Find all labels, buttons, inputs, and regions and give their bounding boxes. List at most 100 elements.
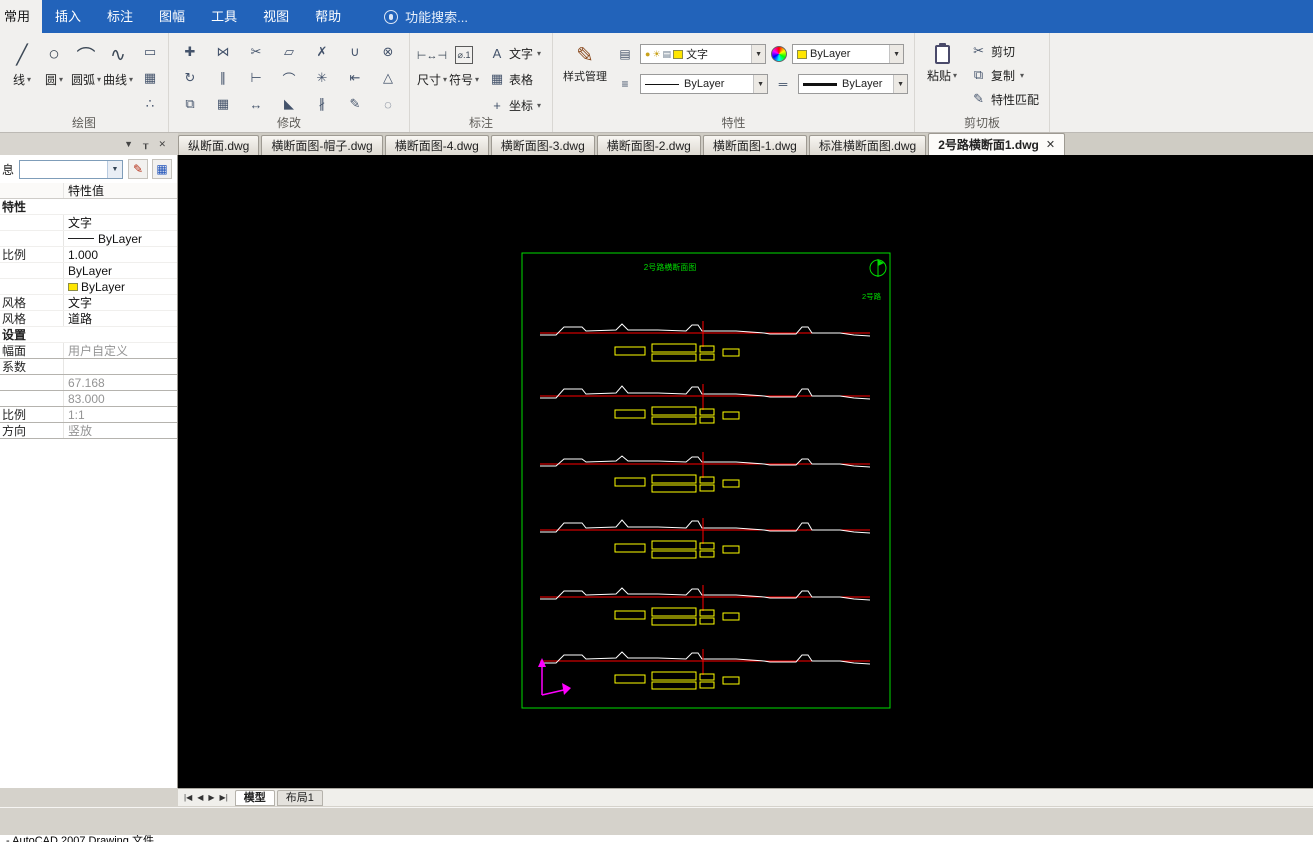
trim-tool[interactable]: ✂ [241,39,271,65]
property-label [0,279,64,294]
data-block-6 [722,348,740,357]
doc-tab-label: 2号路横断面1.dwg [938,138,1039,152]
property-value[interactable]: 文字 [64,215,177,230]
property-value[interactable]: 67.168 [64,375,177,390]
copy-button[interactable]: ⧉ 复制 ▾ [967,64,1043,86]
layout-tab-2[interactable]: 布局1 [276,789,323,806]
menu-tab-1[interactable]: 常用 [0,0,43,33]
line-tool[interactable]: ╱ 线 ▾ [6,37,38,88]
match-properties-button[interactable]: ✎ 特性匹配 [967,88,1043,110]
property-row-6: ByLayer [0,263,177,279]
menu-tab-7[interactable]: 帮助 [302,0,354,33]
property-value[interactable]: ByLayer [64,279,177,294]
property-value[interactable]: ByLayer [64,263,177,278]
property-value[interactable]: 用户自定义 [64,343,177,358]
menu-tab-4[interactable]: 图幅 [146,0,198,33]
chevron-down-icon[interactable]: ▼ [107,160,122,178]
layout-tab-1[interactable]: 模型 [234,789,275,806]
move-tool[interactable]: ✚ [175,39,205,65]
polygon-tool[interactable]: △ [373,65,403,91]
join-tool[interactable]: ∪ [340,39,370,65]
prev-tab-arrow[interactable]: ◀ [195,793,205,802]
property-value[interactable]: 文字 [64,295,177,310]
extend-tool[interactable]: ⊢ [241,65,271,91]
menu-tab-3[interactable]: 标注 [94,0,146,33]
chevron-down-icon[interactable]: ▼ [753,75,768,93]
circle-tool[interactable]: ○ 圆 ▾ [38,37,70,88]
fillet-tool[interactable]: ⌒ [274,65,304,91]
doc-tab-7[interactable]: 标准横断面图.dwg [808,135,927,155]
selection-filter-combo[interactable]: ▼ [19,159,123,179]
feature-search[interactable]: 功能搜索... [384,0,468,33]
property-value[interactable] [64,359,177,374]
style-manager-button[interactable]: ✎ 样式管理 [559,37,611,84]
arc-tool[interactable]: ⌒ 圆弧 ▾ [70,37,102,88]
property-value[interactable]: ByLayer [64,231,177,246]
region-tool[interactable]: ⊗ [373,39,403,65]
property-value[interactable]: 竖放 [64,423,177,438]
layer-combo[interactable]: ● ☀ ▤ 文字 ▼ [640,44,767,64]
menu-tab-5[interactable]: 工具 [198,0,250,33]
property-value[interactable]: 83.000 [64,391,177,406]
table-tool[interactable]: ▦ 表格 [484,67,546,91]
toggle-value-icon[interactable]: ▦ [152,159,172,179]
layer-state-icon[interactable]: ▤ [615,44,635,64]
close-tab-icon[interactable]: ✕ [1046,138,1055,151]
cad-drawing: 2号路横断面图 2号路 [521,252,891,709]
doc-tab-label: 横断面图-1.dwg [712,139,797,153]
chevron-down-icon[interactable]: ▼ [889,45,904,63]
rotate-tool[interactable]: ↻ [175,65,205,91]
erase-tool[interactable]: ✗ [307,39,337,65]
hatch-tool[interactable]: ▦ [138,65,162,91]
property-label [0,375,64,390]
next-tab-arrow[interactable]: ▶ [206,793,216,802]
quick-select-icon[interactable]: ✎ [128,159,148,179]
data-block-3 [651,416,697,425]
explode-tool[interactable]: ✳ [307,65,337,91]
chevron-down-icon: ▾ [537,48,542,58]
cut-button[interactable]: ✂ 剪切 [967,40,1043,62]
menu-tab-6[interactable]: 视图 [250,0,302,33]
palette-close-icon[interactable]: ✕ [158,139,166,150]
doc-tab-2[interactable]: 横断面图-帽子.dwg [261,135,383,155]
lineweight-combo[interactable]: ByLayer ▼ [798,74,909,94]
chevron-down-icon: ▾ [475,75,480,84]
chevron-down-icon[interactable]: ▼ [751,45,766,63]
lengthen-tool[interactable]: ⇤ [340,65,370,91]
lineweight-icon[interactable]: ═ [773,74,793,94]
text-tool[interactable]: A 文字 ▾ [484,41,546,65]
doc-tab-6[interactable]: 横断面图-1.dwg [702,135,807,155]
rectangle-tool[interactable]: ▭ [138,39,162,65]
paste-button[interactable]: 粘贴 ▾ [921,37,963,84]
property-value[interactable]: 道路 [64,311,177,326]
color-wheel-icon[interactable] [771,46,788,62]
color-combo[interactable]: ByLayer ▼ [792,44,905,64]
symbol-tool[interactable]: ⌀.1 符号 ▾ [448,37,480,88]
doc-tab-3[interactable]: 横断面图-4.dwg [384,135,489,155]
property-value[interactable]: 1.000 [64,247,177,262]
linetype-list-icon[interactable]: ≡ [615,74,635,94]
menu-tab-2[interactable]: 插入 [42,0,94,33]
property-value[interactable]: 1:1 [64,407,177,422]
model-canvas[interactable]: 2号路横断面图 2号路 [178,155,1313,788]
curve-tool[interactable]: ∿ 曲线 ▾ [102,37,134,88]
palette-pin-icon[interactable]: ┰ [143,139,148,150]
doc-tab-4[interactable]: 横断面图-3.dwg [490,135,595,155]
chevron-down-icon[interactable]: ▼ [893,75,908,93]
data-block-1 [614,346,646,356]
mirror-tool[interactable]: ⋈ [208,39,238,65]
doc-tab-5[interactable]: 横断面图-2.dwg [596,135,701,155]
property-value-text: 道路 [68,312,93,326]
doc-tab-1[interactable]: 纵断面.dwg [178,135,260,155]
scale-tool[interactable]: ▱ [274,39,304,65]
property-value-text: 特性值 [68,184,105,198]
offset-tool[interactable]: ∥ [208,65,238,91]
linetype-combo[interactable]: ByLayer ▼ [640,74,769,94]
dimension-tool[interactable]: ⊢↔⊣ 尺寸 ▾ [416,37,448,88]
first-tab-arrow[interactable]: |◀ [182,793,194,802]
property-value[interactable]: 特性值 [64,183,177,198]
palette-menu-icon[interactable]: ▼ [124,139,133,149]
last-tab-arrow[interactable]: ▶| [218,793,230,802]
doc-tab-8[interactable]: 2号路横断面1.dwg ✕ [928,133,1066,155]
data-block-3 [651,550,697,559]
